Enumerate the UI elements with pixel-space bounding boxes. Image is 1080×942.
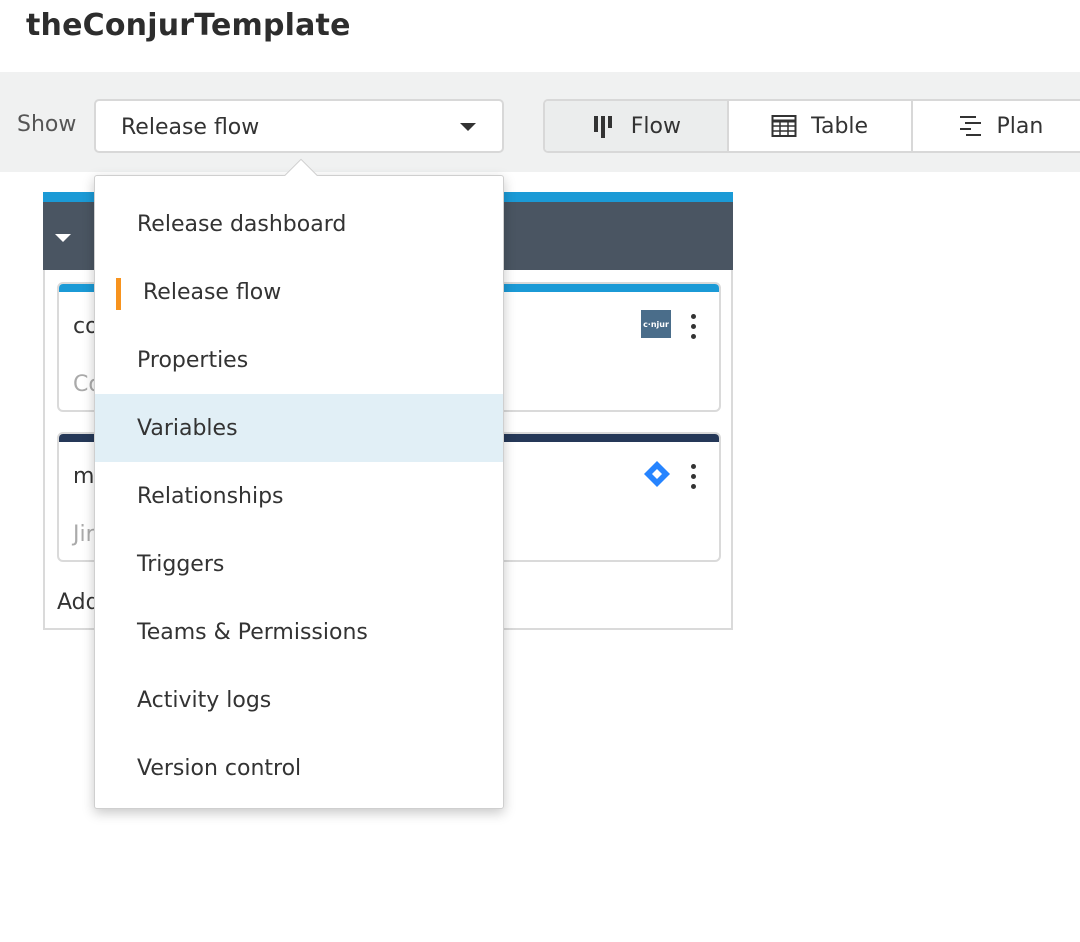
menu-item-teams-permissions[interactable]: Teams & Permissions [95,598,503,666]
task-subtitle: Jir [73,522,95,547]
menu-item-label: Activity logs [137,687,272,713]
view-switcher: Flow Table Plan [543,99,1080,153]
menu-item-label: Triggers [137,551,225,577]
selected-marker [116,278,121,310]
caret-down-icon [460,123,476,131]
table-view-button[interactable]: Table [729,101,913,151]
table-icon [771,115,797,137]
menu-item-label: Variables [137,415,238,441]
menu-item-label: Properties [137,347,249,373]
task-menu-icon[interactable] [691,314,697,339]
jira-logo-icon [644,461,670,487]
menu-item-variables[interactable]: Variables [95,394,503,462]
menu-item-triggers[interactable]: Triggers [95,530,503,598]
menu-item-label: Release dashboard [137,211,347,237]
show-label: Show [17,112,77,137]
page-title: theConjurTemplate [26,8,351,43]
task-title: m [73,464,95,489]
menu-item-release-dashboard[interactable]: Release dashboard [95,190,503,258]
menu-item-label: Relationships [137,483,284,509]
menu-item-properties[interactable]: Properties [95,326,503,394]
menu-item-relationships[interactable]: Relationships [95,462,503,530]
menu-item-activity-logs[interactable]: Activity logs [95,666,503,734]
select-value: Release flow [121,115,260,140]
show-select[interactable]: Release flow [94,99,504,153]
dropdown-pointer [280,154,320,176]
menu-item-version-control[interactable]: Version control [95,734,503,802]
toolbar: Show Release flow Flow Table Plan [0,72,1080,172]
collapse-caret-icon[interactable] [55,234,71,242]
table-label: Table [811,113,869,139]
flow-icon [593,116,612,138]
planner-icon [959,116,981,136]
task-menu-icon[interactable] [691,464,697,489]
flow-view-button[interactable]: Flow [545,101,729,151]
menu-item-label: Version control [137,755,302,781]
menu-item-release-flow[interactable]: Release flow [95,258,503,326]
flow-label: Flow [630,113,681,139]
menu-item-label: Release flow [143,279,282,305]
planner-view-button[interactable]: Plan [913,101,1080,151]
menu-item-label: Teams & Permissions [137,619,368,645]
show-dropdown-menu: Release dashboard Release flow Propertie… [94,175,504,809]
planner-label: Plan [996,113,1044,139]
conjur-logo-icon: c·njur [641,310,671,338]
